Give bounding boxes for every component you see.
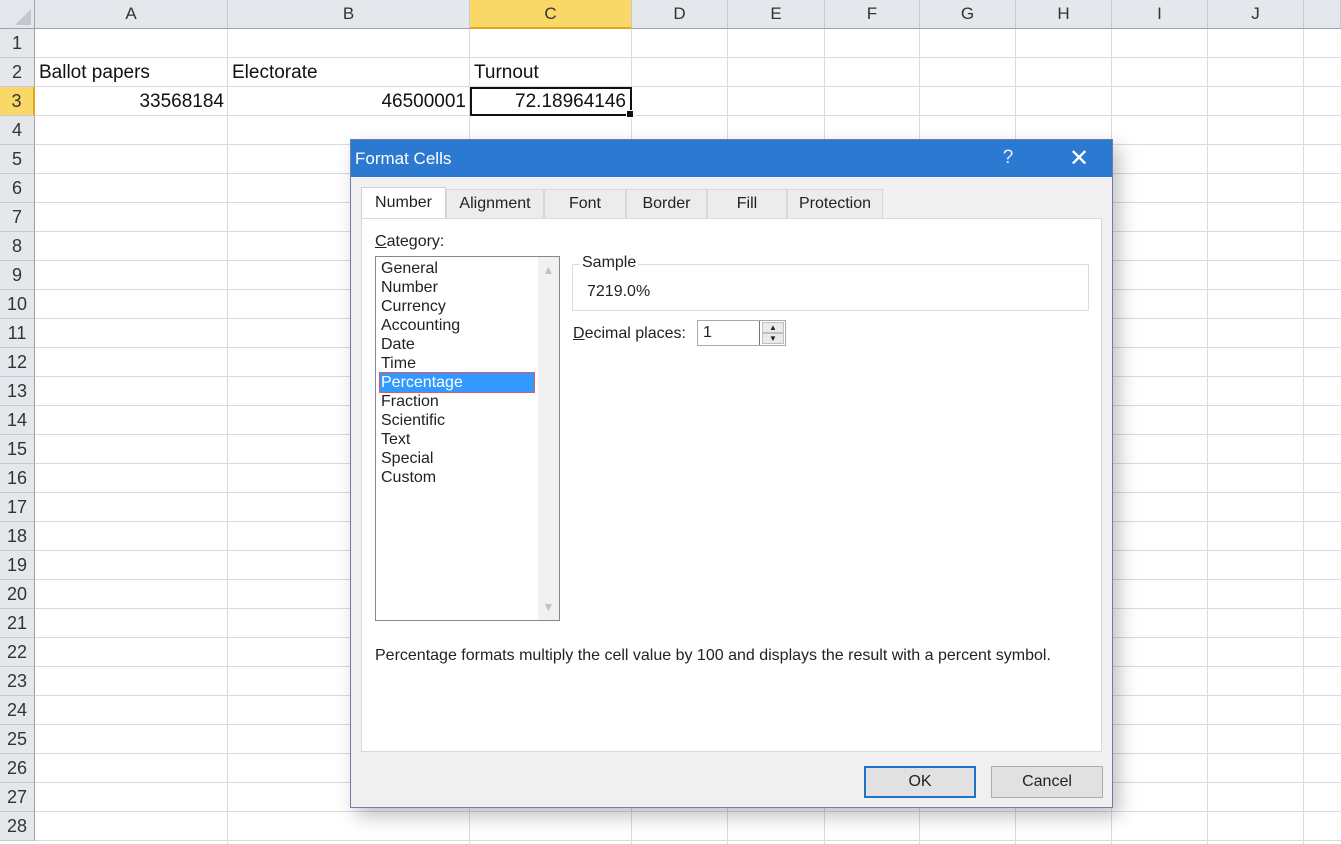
row-header-24[interactable]: 24 [0,696,35,725]
cell-c2[interactable]: Turnout [470,58,632,87]
row-header-18[interactable]: 18 [0,522,35,551]
category-item-date[interactable]: Date [380,335,534,354]
decimal-places-label: Decimal places: [573,325,686,342]
column-header-j[interactable]: J [1208,0,1304,29]
column-header-a[interactable]: A [35,0,228,29]
cell-a3[interactable]: 33568184 [35,87,228,116]
row-header-7[interactable]: 7 [0,203,35,232]
category-description: Percentage formats multiply the cell val… [375,647,1051,664]
cancel-button[interactable]: Cancel [991,766,1103,798]
column-header-b[interactable]: B [228,0,470,29]
grid-line-vertical [1303,29,1304,844]
row-header-28[interactable]: 28 [0,812,35,841]
spin-up-icon[interactable]: ▲ [762,322,784,333]
row-header-27[interactable]: 27 [0,783,35,812]
category-label: Category: [375,233,445,250]
format-cells-dialog: Format Cells ? ✕ Number Alignment Font B… [350,139,1113,808]
cell-a2[interactable]: Ballot papers [35,58,228,87]
column-header-g[interactable]: G [920,0,1016,29]
column-header-i[interactable]: I [1112,0,1208,29]
category-item-special[interactable]: Special [380,449,534,468]
row-header-20[interactable]: 20 [0,580,35,609]
row-header-1[interactable]: 1 [0,29,35,58]
category-item-scientific[interactable]: Scientific [380,411,534,430]
category-item-text[interactable]: Text [380,430,534,449]
grid-line-vertical [227,29,228,844]
tab-fill[interactable]: Fill [707,189,787,218]
row-header-15[interactable]: 15 [0,435,35,464]
column-header-e[interactable]: E [728,0,825,29]
help-button[interactable]: ? [991,144,1025,172]
cell-b3[interactable]: 46500001 [228,87,470,116]
dialog-titlebar[interactable]: Format Cells ? ✕ [351,140,1112,177]
row-header-26[interactable]: 26 [0,754,35,783]
tab-alignment[interactable]: Alignment [446,189,544,218]
column-header-overflow[interactable] [1304,0,1341,29]
grid-line-horizontal [35,811,1341,812]
category-item-percentage[interactable]: Percentage [379,372,535,393]
decimal-places-stepper[interactable]: ▲ ▼ [697,320,786,346]
tab-strip: Number Alignment Font Border Fill Protec… [361,187,883,218]
number-tab-panel: Category: General Number Currency Accountin… [361,218,1102,752]
row-header-12[interactable]: 12 [0,348,35,377]
grid-line-horizontal [35,840,1341,841]
sample-label: Sample [580,254,639,272]
column-header-c[interactable]: C [470,0,632,29]
ok-button[interactable]: OK [864,766,976,798]
row-header-23[interactable]: 23 [0,667,35,696]
sample-value: 7219.0% [587,283,651,300]
select-all-corner[interactable] [0,0,35,29]
category-item-fraction[interactable]: Fraction [380,392,534,411]
tab-number[interactable]: Number [361,187,446,218]
row-header-10[interactable]: 10 [0,290,35,319]
dialog-title: Format Cells [355,149,452,168]
row-header-14[interactable]: 14 [0,406,35,435]
row-header-5[interactable]: 5 [0,145,35,174]
category-item-accounting[interactable]: Accounting [380,316,534,335]
row-header-19[interactable]: 19 [0,551,35,580]
row-header-16[interactable]: 16 [0,464,35,493]
cell-c3[interactable]: 72.18964146 [470,87,634,118]
category-item-time[interactable]: Time [380,354,534,373]
row-header-4[interactable]: 4 [0,116,35,145]
category-item-custom[interactable]: Custom [380,468,534,487]
column-header-d[interactable]: D [632,0,728,29]
close-button[interactable]: ✕ [1059,144,1099,172]
category-listbox[interactable]: General Number Currency Accounting Date Time P… [375,256,560,621]
category-item-general[interactable]: General [380,259,534,278]
row-header-6[interactable]: 6 [0,174,35,203]
row-header-3[interactable]: 3 [0,87,35,116]
spin-down-icon[interactable]: ▼ [762,333,784,344]
cell-b2[interactable]: Electorate [228,58,470,87]
decimal-places-input[interactable] [698,321,760,345]
tab-border[interactable]: Border [626,189,707,218]
row-header-22[interactable]: 22 [0,638,35,667]
row-header-11[interactable]: 11 [0,319,35,348]
row-header-25[interactable]: 25 [0,725,35,754]
tab-font[interactable]: Font [544,189,626,218]
category-scrollbar[interactable]: ▲ ▼ [538,257,559,620]
category-item-currency[interactable]: Currency [380,297,534,316]
row-header-8[interactable]: 8 [0,232,35,261]
row-header-17[interactable]: 17 [0,493,35,522]
column-header-f[interactable]: F [825,0,920,29]
tab-protection[interactable]: Protection [787,189,883,218]
sample-group: Sample 7219.0% [572,254,1089,311]
column-header-h[interactable]: H [1016,0,1112,29]
scroll-down-icon[interactable]: ▼ [538,596,559,618]
close-icon: ✕ [1068,144,1090,172]
scroll-up-icon[interactable]: ▲ [538,259,559,281]
row-header-9[interactable]: 9 [0,261,35,290]
grid-line-vertical [1207,29,1208,844]
row-header-13[interactable]: 13 [0,377,35,406]
row-header-21[interactable]: 21 [0,609,35,638]
category-item-number[interactable]: Number [380,278,534,297]
row-header-2[interactable]: 2 [0,58,35,87]
